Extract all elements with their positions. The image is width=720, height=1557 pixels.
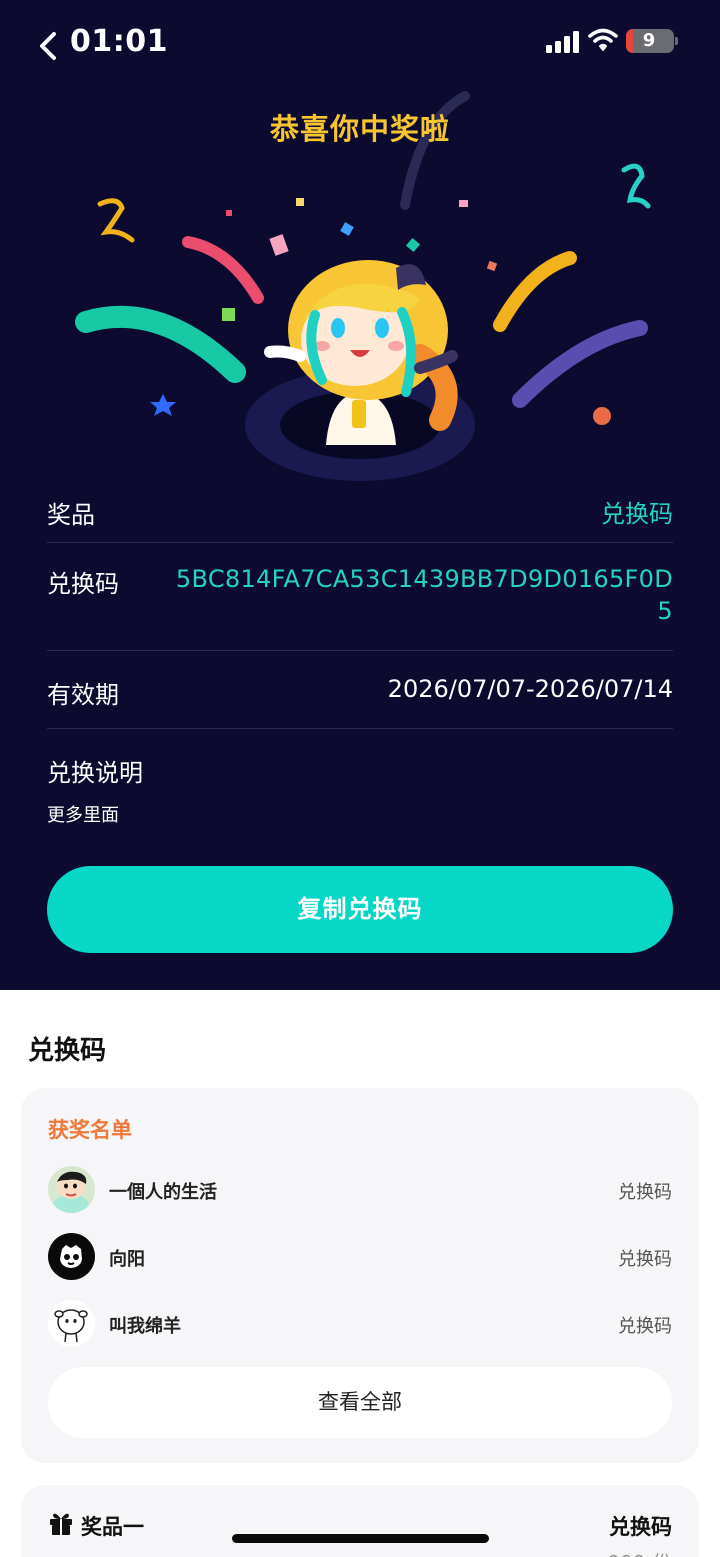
avatar <box>48 1166 95 1213</box>
validity-label: 有效期 <box>47 681 119 709</box>
winner-row[interactable]: 一個人的生活 兑换码 <box>48 1166 672 1214</box>
prize-count: 999 份 <box>607 1547 672 1557</box>
winner-row[interactable]: 叫我绵羊 兑换码 <box>48 1300 672 1348</box>
prize-label: 奖品 <box>47 501 95 529</box>
winner-prize: 兑换码 <box>618 1249 672 1270</box>
wifi-icon <box>588 28 618 51</box>
winner-name: 向阳 <box>109 1249 145 1270</box>
winners-card: 获奖名单 一個人的生活 兑换码 向阳 兑换码 叫我绵羊 兑换码 查看全部 <box>21 1088 699 1463</box>
instructions-text: 更多里面 <box>47 805 119 826</box>
prize-row: 奖品 兑换码 <box>47 474 673 543</box>
prize-card: 奖品一 兑换码 999 份 <box>21 1485 699 1557</box>
back-arrow-icon[interactable] <box>30 26 70 66</box>
winners-title: 获奖名单 <box>48 1118 132 1142</box>
section-title: 兑换码 <box>28 1036 107 1066</box>
status-bar: 01:01 9 <box>0 0 720 88</box>
prize-info-list: 奖品 兑换码 兑换码 5BC814FA7CA53C1439BB7D9D0165F… <box>47 474 673 839</box>
prize-value: 兑换码 <box>601 500 673 528</box>
battery-level: 9 <box>642 30 656 51</box>
code-row: 兑换码 5BC814FA7CA53C1439BB7D9D0165F0D5 <box>47 543 673 651</box>
winner-name: 叫我绵羊 <box>109 1316 181 1337</box>
winner-prize: 兑换码 <box>618 1182 672 1203</box>
gift-icon <box>50 1513 72 1535</box>
hero-section: 01:01 9 恭喜你中奖啦 奖品 兑换码 兑换码 5BC814FA7CA53C… <box>0 0 720 990</box>
status-time: 01:01 <box>70 24 168 59</box>
prize-type: 兑换码 <box>609 1515 672 1539</box>
prize-name: 奖品一 <box>81 1515 144 1539</box>
validity-row: 有效期 2026/07/07-2026/07/14 <box>47 651 673 729</box>
code-value[interactable]: 5BC814FA7CA53C1439BB7D9D0165F0D5 <box>163 563 673 627</box>
avatar <box>48 1300 95 1347</box>
winner-name: 一個人的生活 <box>109 1182 217 1203</box>
instructions-label: 兑换说明 <box>47 759 143 787</box>
avatar <box>48 1233 95 1280</box>
winner-row[interactable]: 向阳 兑换码 <box>48 1233 672 1281</box>
copy-code-button[interactable]: 复制兑换码 <box>47 866 673 953</box>
view-all-button[interactable]: 查看全部 <box>48 1367 672 1438</box>
congrats-title: 恭喜你中奖啦 <box>269 112 450 146</box>
validity-value: 2026/07/07-2026/07/14 <box>387 675 673 703</box>
winner-prize: 兑换码 <box>618 1316 672 1337</box>
home-indicator <box>232 1534 489 1543</box>
code-label: 兑换码 <box>47 570 119 598</box>
instructions-row: 兑换说明 更多里面 <box>47 729 673 839</box>
cellular-signal-icon <box>546 31 579 53</box>
battery-icon: 9 <box>626 29 674 53</box>
